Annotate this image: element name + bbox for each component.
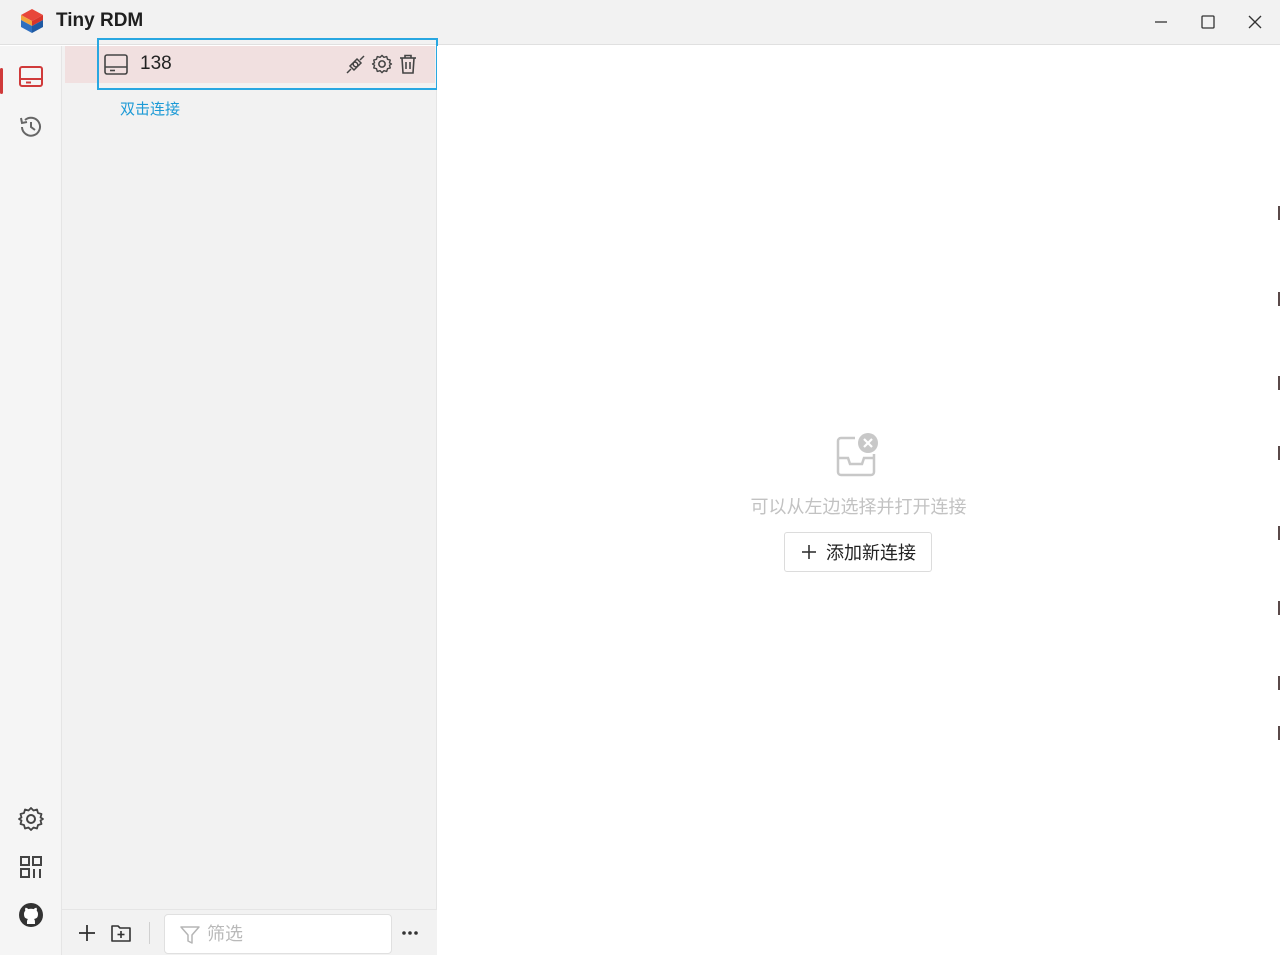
trash-icon — [400, 54, 416, 74]
more-icon — [402, 931, 418, 935]
rail-item-history[interactable] — [0, 104, 62, 150]
server-icon — [19, 66, 43, 87]
rail-item-apps[interactable] — [0, 844, 62, 890]
filter-field[interactable] — [164, 914, 392, 954]
rail-item-server[interactable] — [0, 54, 62, 100]
footer-divider — [149, 922, 150, 944]
panel-footer — [62, 909, 437, 955]
maximize-button[interactable] — [1185, 0, 1231, 44]
minimize-icon — [1155, 21, 1167, 23]
history-icon — [20, 116, 41, 137]
connection-name: 138 — [140, 53, 172, 74]
server-icon — [104, 54, 128, 75]
empty-inbox-icon — [836, 433, 878, 477]
filter-input[interactable] — [207, 921, 383, 947]
settings-icon — [18, 807, 44, 831]
plus-icon — [802, 545, 816, 559]
delete-connection-button[interactable] — [395, 51, 421, 77]
github-icon — [19, 903, 43, 927]
close-button[interactable] — [1232, 0, 1278, 44]
more-options-button[interactable] — [396, 919, 424, 947]
add-connection-button[interactable] — [73, 919, 101, 947]
app-title: Tiny RDM — [56, 10, 144, 31]
connection-panel: 138 双击连接 筛选 — [62, 38, 438, 955]
connection-item[interactable]: 138 — [65, 38, 438, 90]
disconnect-icon — [346, 55, 365, 74]
add-group-button[interactable] — [107, 919, 135, 947]
empty-state-text: 可以从左边选择并打开连接 — [750, 497, 967, 517]
active-indicator — [0, 68, 3, 94]
apps-grid-icon — [20, 856, 42, 878]
add-button-label: 添加新连接 — [826, 543, 916, 563]
filter-icon — [180, 926, 200, 944]
disconnect-button[interactable] — [343, 51, 369, 77]
rail-item-github[interactable] — [0, 892, 62, 938]
minimize-button[interactable] — [1138, 0, 1184, 44]
app-logo-icon — [21, 9, 43, 33]
folder-plus-icon — [111, 925, 131, 942]
maximize-icon — [1201, 15, 1215, 29]
connection-settings-button[interactable] — [369, 51, 395, 77]
nav-rail — [0, 46, 62, 955]
main-content: 可以从左边选择并打开连接 添加新连接 — [437, 46, 1280, 955]
settings-icon — [371, 54, 393, 74]
plus-icon — [79, 925, 95, 941]
connect-hint-tooltip: 双击连接 — [120, 101, 181, 118]
close-icon — [1248, 15, 1262, 29]
app-window: Tiny RDM 138 双击连接 筛选 可以从左边选择并打开连接 添加新连接 — [0, 0, 1280, 955]
add-new-connection-button[interactable]: 添加新连接 — [784, 532, 932, 572]
rail-item-settings[interactable] — [0, 796, 62, 842]
